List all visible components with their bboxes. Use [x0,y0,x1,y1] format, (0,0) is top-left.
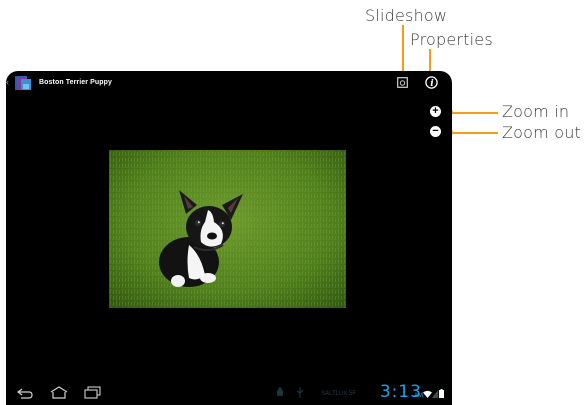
signal-icon [432,390,438,398]
properties-callout-label: Properties [410,30,493,49]
zoom-out-callout-label: Zoom out [502,123,582,142]
usb-icon [296,387,304,398]
slideshow-button[interactable] [396,76,409,89]
slideshow-leader-line [402,25,404,71]
properties-leader-line [429,49,431,71]
slideshow-icon [397,77,408,88]
tablet-screen: ‹ Boston Terrier Puppy i + − SALTLUX 5F … [6,71,452,405]
gallery-app-icon[interactable] [12,75,34,91]
zoom-out-icon: − [432,125,439,137]
android-debug-icon [277,387,283,396]
clock-ampm: AM [414,393,423,399]
zoom-out-button[interactable]: − [430,126,441,137]
zoom-in-icon: + [432,105,439,117]
battery-icon [439,389,444,398]
back-icon[interactable] [16,387,34,399]
info-icon: i [424,75,438,89]
home-icon[interactable] [50,386,68,399]
zoom-in-button[interactable]: + [430,106,441,117]
svg-text:i: i [430,79,434,89]
up-navigation-icon[interactable]: ‹ [6,77,9,87]
slideshow-callout-label: Slideshow [365,6,448,25]
photo-title: Boston Terrier Puppy [39,79,113,86]
wifi-icon [423,390,432,398]
system-bar: SALTLUX 5F 3:13 AM [6,383,452,405]
recent-apps-icon[interactable] [84,386,102,399]
zoom-in-callout-label: Zoom in [502,102,570,121]
carrier-label: SALTLUX 5F [321,391,356,397]
properties-button[interactable]: i [424,75,438,89]
photo-view[interactable] [109,150,346,308]
